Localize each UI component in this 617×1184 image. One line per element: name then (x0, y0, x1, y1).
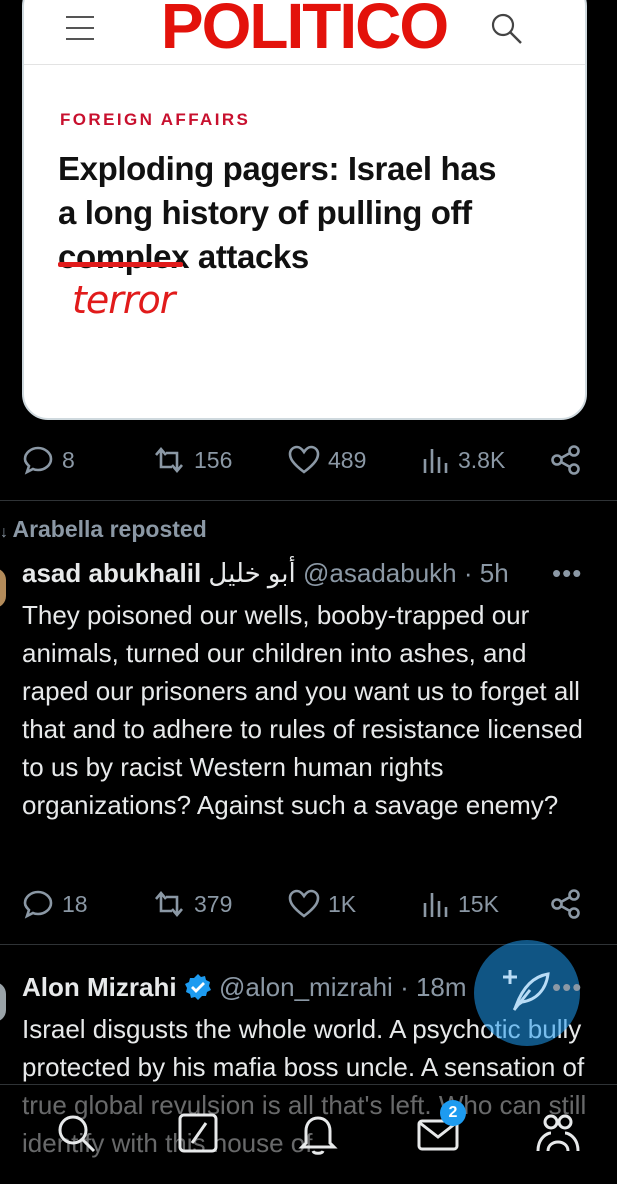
repost-icon (155, 446, 183, 474)
article-kicker: FOREIGN AFFAIRS (60, 110, 251, 129)
author-handle[interactable]: @alon_mizrahi (219, 972, 393, 1002)
author-handle[interactable]: @asadabukh (303, 558, 457, 588)
heart-icon (288, 445, 320, 474)
author-name[interactable]: Alon Mizrahi (22, 972, 177, 1002)
tweet2-header: asad abukhalil أبو خليل @asadabukh · 5h (22, 558, 509, 590)
repost-indicator[interactable]: ↓ Arabella reposted (0, 516, 207, 543)
politico-header: POLITICO (24, 0, 585, 65)
compose-nav-icon[interactable] (174, 1109, 222, 1157)
heart-icon (288, 889, 320, 918)
avatar[interactable] (0, 568, 6, 608)
views-button[interactable]: 15K (422, 884, 499, 924)
reply-button[interactable]: 8 (22, 440, 75, 480)
share-button[interactable] (550, 884, 582, 924)
politico-logo: POLITICO (160, 0, 449, 62)
views-button[interactable]: 3.8K (422, 440, 505, 480)
messages-badge: 2 (440, 1100, 466, 1126)
article-card[interactable]: POLITICO FOREIGN AFFAIRS Exploding pager… (22, 0, 587, 420)
communities-icon[interactable] (534, 1109, 582, 1157)
views-icon (423, 893, 448, 917)
tweet1-actions: 8 156 489 3.8K (22, 440, 592, 480)
timestamp[interactable]: · 5h (464, 558, 509, 588)
search-nav-icon[interactable] (52, 1109, 100, 1157)
handwritten-correction: terror (72, 278, 175, 322)
share-button[interactable] (550, 440, 582, 480)
struck-word: complex (58, 238, 190, 275)
divider (0, 500, 617, 501)
tweet2-text[interactable]: They poisoned our wells, booby-trapped o… (22, 596, 592, 824)
reply-icon (23, 890, 53, 919)
tweet2-actions: 18 379 1K 15K (22, 884, 592, 924)
repost-button[interactable]: 156 (152, 440, 232, 480)
like-button[interactable]: 489 (288, 440, 366, 480)
share-icon (551, 889, 580, 919)
repost-icon (155, 890, 183, 918)
more-options-icon[interactable]: ••• (552, 972, 582, 1003)
more-options-icon[interactable]: ••• (552, 558, 582, 589)
article-headline: Exploding pagers: Israel has a long hist… (58, 150, 497, 275)
author-name[interactable]: asad abukhalil (22, 558, 201, 588)
bottom-navigation (0, 1084, 617, 1184)
repost-button[interactable]: 379 (152, 884, 232, 924)
menu-icon (66, 16, 94, 40)
reply-button[interactable]: 18 (22, 884, 88, 924)
notifications-bell-icon[interactable] (294, 1109, 342, 1157)
reply-icon (23, 446, 53, 475)
timestamp[interactable]: · 18m (400, 972, 466, 1002)
search-icon (491, 13, 522, 44)
tweet3-header: Alon Mizrahi @alon_mizrahi · 18m (22, 972, 467, 1004)
share-icon (551, 445, 580, 475)
repost-indicator-icon: ↓ (0, 524, 13, 541)
verified-badge-icon (184, 974, 211, 1000)
like-button[interactable]: 1K (288, 884, 356, 924)
author-name-arabic[interactable]: أبو خليل (208, 558, 295, 588)
avatar[interactable] (0, 982, 6, 1022)
views-icon (423, 449, 448, 473)
